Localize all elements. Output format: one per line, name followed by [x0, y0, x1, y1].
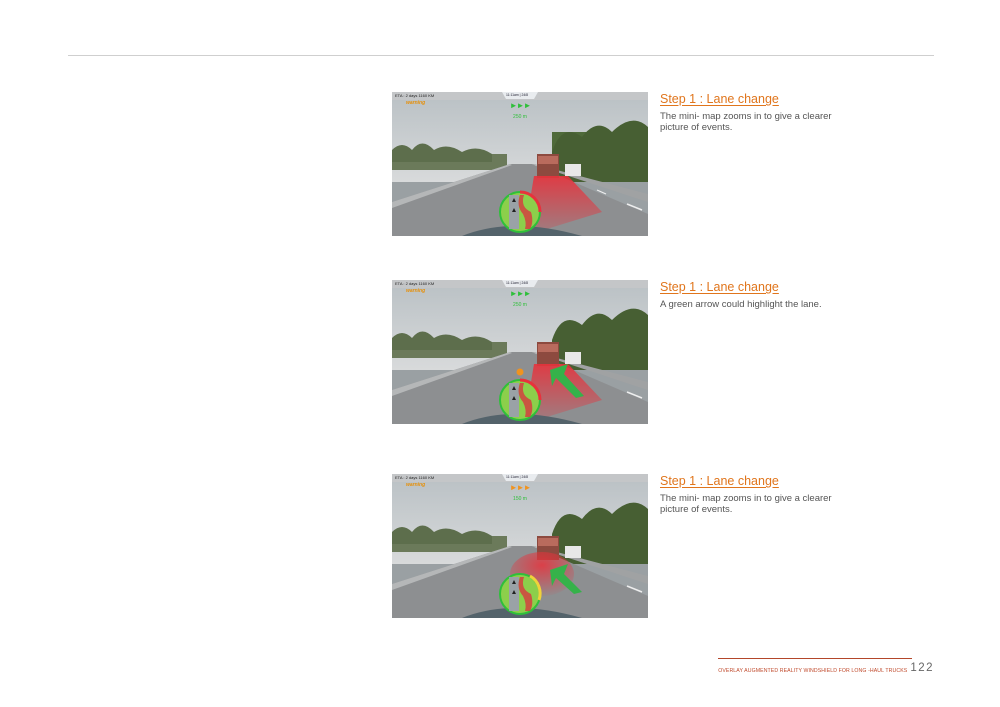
- eta-readout: ETA : 2 days 1160 KM: [395, 475, 435, 480]
- warning-badge: warning: [406, 482, 426, 488]
- step-title: Step 1 : Lane change: [660, 280, 779, 294]
- page-footer: OVERLAY AUGMENTED REALITY WINDSHIELD FOR…: [718, 656, 934, 674]
- step-description: The mini- map zooms in to give a clearer…: [660, 111, 832, 133]
- page-number: 122: [910, 662, 934, 674]
- distance-readout: 250 m: [513, 302, 527, 308]
- windshield-screenshot-2: ETA : 2 days 1160 KM 11:11am | 24/8 warn…: [392, 280, 648, 424]
- eta-readout: ETA : 2 days 1160 KM: [395, 93, 435, 98]
- time-readout: 11:11am | 24/8: [506, 93, 529, 97]
- step-title: Step 1 : Lane change: [660, 474, 779, 488]
- step-description: The mini- map zooms in to give a clearer…: [660, 493, 832, 515]
- warning-badge: warning: [406, 100, 426, 106]
- top-divider: [68, 55, 934, 56]
- direction-arrows-icon: ►►►: [509, 101, 532, 110]
- warning-badge: warning: [406, 288, 426, 294]
- windshield-screenshot-1: ETA : 2 days 1160 KM 11:11am | 24/8 warn…: [392, 92, 648, 236]
- footer-rule: [718, 658, 912, 659]
- time-readout: 11:11am | 24/8: [506, 281, 529, 285]
- eta-readout: ETA : 2 days 1160 KM: [395, 281, 435, 286]
- direction-arrows-icon: ►►►: [509, 289, 532, 298]
- step-3-caption: Step 1 : Lane change The mini- map zooms…: [660, 474, 860, 515]
- direction-arrows-icon: ►►►: [509, 483, 532, 492]
- step-title: Step 1 : Lane change: [660, 92, 779, 106]
- step-1-caption: Step 1 : Lane change The mini- map zooms…: [660, 92, 860, 133]
- document-title: OVERLAY AUGMENTED REALITY WINDSHIELD FOR…: [718, 668, 908, 674]
- distance-readout: 150 m: [513, 496, 527, 502]
- distance-readout: 250 m: [513, 114, 527, 120]
- step-description: A green arrow could highlight the lane.: [660, 299, 822, 310]
- time-readout: 11:11am | 24/8: [506, 475, 529, 479]
- windshield-screenshot-3: ETA : 2 days 1160 KM 11:11am | 24/8 warn…: [392, 474, 648, 618]
- step-2-caption: Step 1 : Lane change A green arrow could…: [660, 280, 860, 310]
